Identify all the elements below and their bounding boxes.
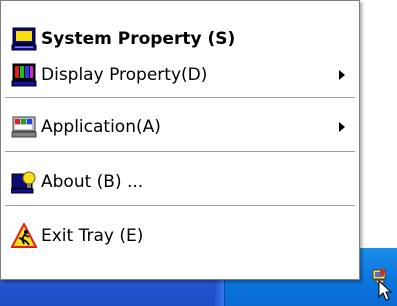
menu-item-label: About (B) ...	[41, 172, 144, 192]
submenu-arrow-icon	[339, 70, 345, 80]
menu-item-label: Application(A)	[41, 117, 161, 137]
menu-item-about[interactable]: About (B) ...	[1, 164, 359, 200]
menu-item-exit-tray[interactable]: Exit Tray (E)	[1, 218, 359, 254]
tray-context-menu: System Property (S) Display Property(D)	[0, 0, 360, 280]
menu-item-system-property[interactable]: System Property (S)	[1, 21, 359, 57]
color-bars-icon	[9, 60, 39, 90]
menu-item-label: Display Property(D)	[41, 65, 208, 85]
menu-item-application[interactable]: Application(A)	[1, 109, 359, 145]
submenu-arrow-icon	[339, 122, 345, 132]
menu-item-label: Exit Tray (E)	[41, 226, 144, 246]
menu-separator	[5, 205, 355, 206]
menu-item-display-property[interactable]: Display Property(D)	[1, 57, 359, 93]
menu-separator	[5, 97, 355, 98]
monitor-icon	[9, 24, 39, 54]
about-icon	[9, 167, 39, 197]
application-icon	[9, 112, 39, 142]
exit-icon	[9, 221, 39, 251]
menu-item-label: System Property (S)	[41, 29, 236, 49]
mouse-cursor-icon	[378, 280, 393, 301]
menu-separator	[5, 151, 355, 152]
